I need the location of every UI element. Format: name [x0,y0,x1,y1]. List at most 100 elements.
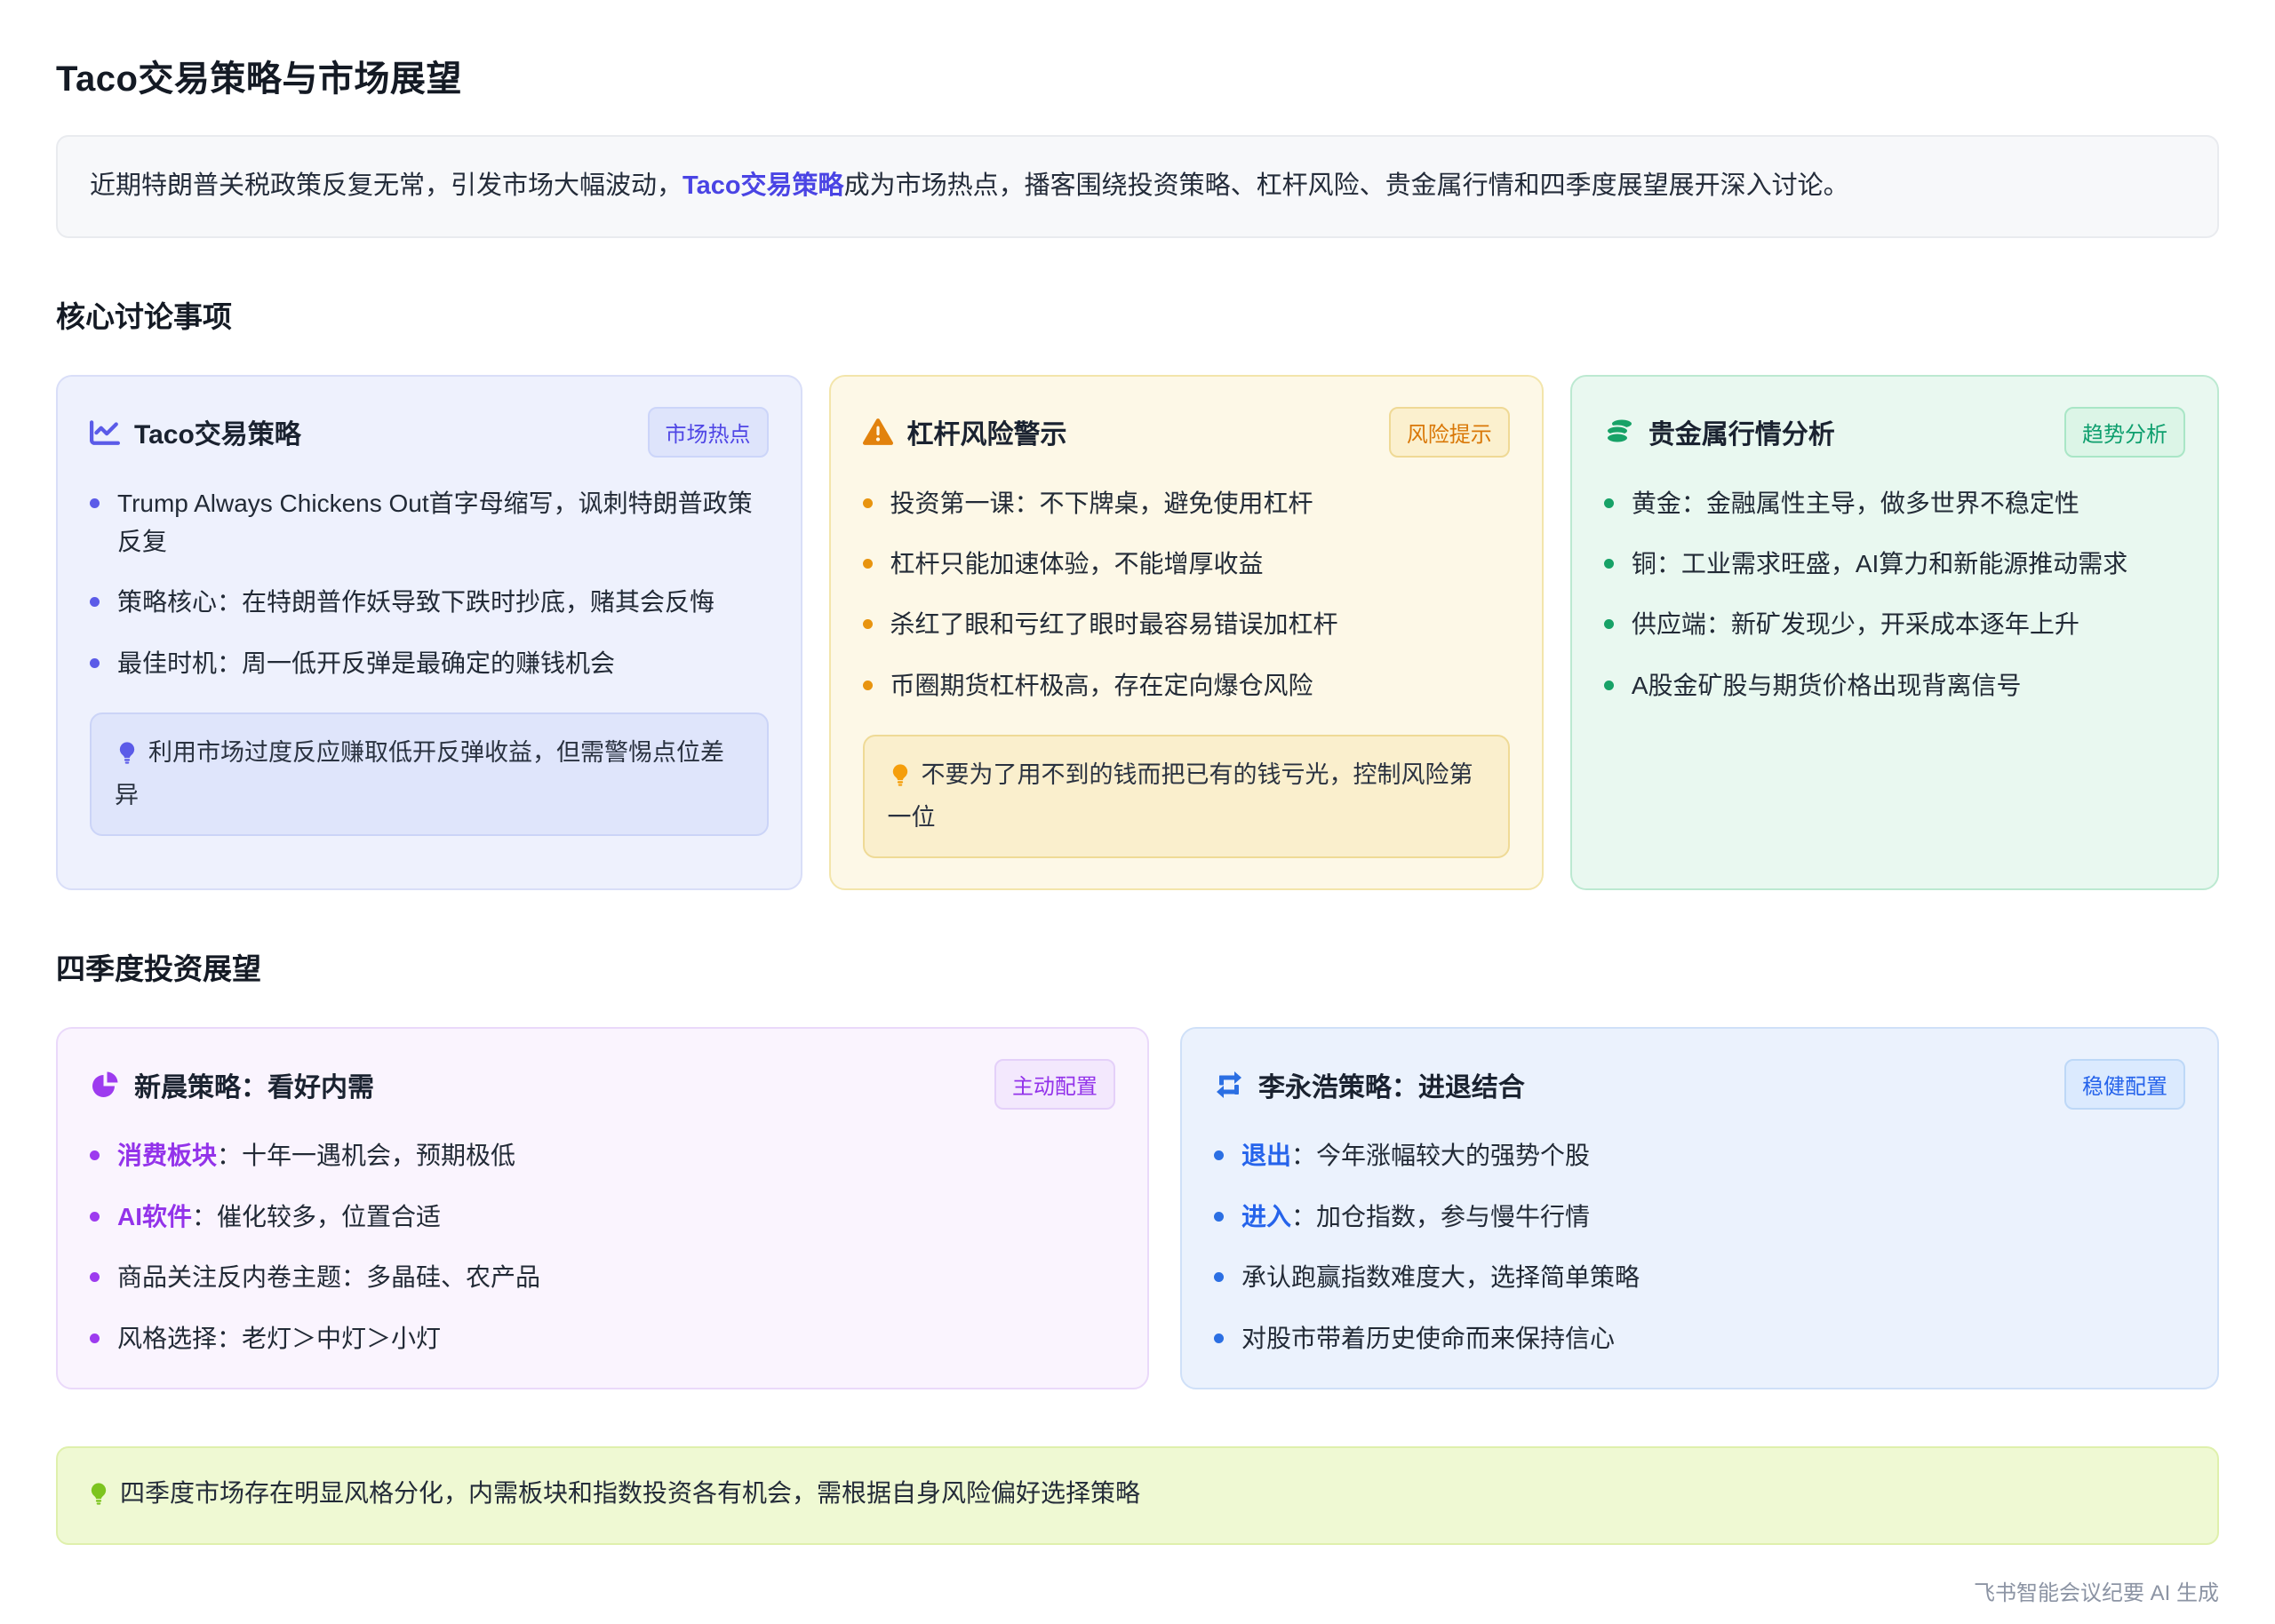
card-precious-metals: 贵金属行情分析 趋势分析 黄金：金融属性主导，做多世界不稳定性铜：工业需求旺盛，… [1570,375,2219,891]
card-liyonghao-strategy: 李永浩策略：进退结合 稳健配置 退出：今年涨幅较大的强势个股进入：加仓指数，参与… [1180,1027,2219,1389]
bullet-dot [90,658,100,668]
lightbulb-icon [888,760,913,799]
card-header: Taco交易策略 市场热点 [90,407,769,458]
bullet-item: 退出：今年涨幅较大的强势个股 [1214,1136,2185,1174]
bullet-item: 杠杆只能加速体验，不能增厚收益 [863,545,1510,583]
tip-box: 利用市场过度反应赚取低开反弹收益，但需警惕点位差异 [90,712,769,836]
bullet-item: 供应端：新矿发现少，开采成本逐年上升 [1604,605,2185,643]
bullet-item: 最佳时机：周一低开反弹是最确定的赚钱机会 [90,644,769,682]
bullet-dot [90,1333,100,1343]
pie-chart-icon [90,1070,120,1100]
bullet-text: Trump Always Chickens Out首字母缩写，讽刺特朗普政策反复 [117,484,769,561]
bullet-dot [90,498,100,508]
bullet-dot [1604,559,1614,569]
card-header: 杠杆风险警示 风险提示 [863,407,1510,458]
tip-text: 不要为了用不到的钱而把已有的钱亏光，控制风险第一位 [888,761,1473,831]
bullet-dot [863,559,873,569]
bullet-item: 投资第一课：不下牌桌，避免使用杠杆 [863,484,1510,522]
bullet-dot [90,597,100,607]
bullet-dot [90,1272,100,1282]
badge-active-allocation: 主动配置 [994,1059,1115,1110]
intro-text-post: 成为市场热点，播客围绕投资策略、杠杆风险、贵金属行情和四季度展望展开深入讨论。 [844,171,1849,200]
bullet-dot [863,498,873,508]
bullet-item: 承认跑赢指数难度大，选择简单策略 [1214,1258,2185,1296]
bullet-dot [1214,1212,1224,1222]
bullet-dot [863,619,873,629]
tip-box: 不要为了用不到的钱而把已有的钱亏光，控制风险第一位 [863,735,1510,858]
lightbulb-icon [86,1479,111,1517]
bullet-dot [1214,1333,1224,1343]
bullet-text: 策略核心：在特朗普作妖导致下跌时抄底，赌其会反悔 [117,583,714,621]
core-topics-row: Taco交易策略 市场热点 Trump Always Chickens Out首… [56,375,2219,891]
section-heading-q4-outlook: 四季度投资展望 [56,945,2219,988]
bullet-list: 黄金：金融属性主导，做多世界不稳定性铜：工业需求旺盛，AI算力和新能源推动需求供… [1604,484,2185,705]
bullet-dot [863,681,873,690]
bullet-item: A股金矿股与期货价格出现背离信号 [1604,666,2185,705]
bullet-item: 铜：工业需求旺盛，AI算力和新能源推动需求 [1604,545,2185,583]
bullet-list: Trump Always Chickens Out首字母缩写，讽刺特朗普政策反复… [90,484,769,683]
bullet-item: 进入：加仓指数，参与慢牛行情 [1214,1198,2185,1236]
bullet-text: 杠杆只能加速体验，不能增厚收益 [890,545,1264,583]
card-header: 贵金属行情分析 趋势分析 [1604,407,2185,458]
lightbulb-icon [115,738,140,776]
summary-text: 四季度市场存在明显风格分化，内需板块和指数投资各有机会，需根据自身风险偏好选择策… [120,1479,1140,1507]
bullet-item: 消费板块：十年一遇机会，预期极低 [90,1136,1115,1174]
bullet-text: 承认跑赢指数难度大，选择简单策略 [1241,1258,1640,1296]
bullet-item: 风格选择：老灯＞中灯＞小灯 [90,1319,1115,1357]
bullet-item: 对股市带着历史使命而来保持信心 [1214,1319,2185,1357]
bullet-dot [1604,681,1614,690]
bullet-list: 退出：今年涨幅较大的强势个股进入：加仓指数，参与慢牛行情承认跑赢指数难度大，选择… [1214,1136,2185,1357]
page-title: Taco交易策略与市场展望 [56,50,2219,101]
bullet-text: 供应端：新矿发现少，开采成本逐年上升 [1632,605,2079,643]
bullet-dot [1604,619,1614,629]
warning-icon [863,417,893,447]
card-title: 贵金属行情分析 [1648,412,1835,451]
card-title: 新晨策略：看好内需 [134,1065,374,1104]
exchange-arrows-icon [1214,1070,1244,1100]
card-header: 新晨策略：看好内需 主动配置 [90,1059,1115,1110]
badge-trend-analysis: 趋势分析 [2064,407,2185,458]
bullet-text: 消费板块：十年一遇机会，预期极低 [117,1136,515,1174]
card-title: 杠杆风险警示 [907,412,1067,451]
summary-bar: 四季度市场存在明显风格分化，内需板块和指数投资各有机会，需根据自身风险偏好选择策… [56,1446,2219,1545]
card-leverage-risk: 杠杆风险警示 风险提示 投资第一课：不下牌桌，避免使用杠杆杠杆只能加速体验，不能… [829,375,1544,891]
badge-risk-notice: 风险提示 [1389,407,1510,458]
bullet-item: Trump Always Chickens Out首字母缩写，讽刺特朗普政策反复 [90,484,769,561]
bullet-item: 商品关注反内卷主题：多晶硅、农产品 [90,1258,1115,1296]
bullet-dot [90,1212,100,1222]
intro-box: 近期特朗普关税政策反复无常，引发市场大幅波动，Taco交易策略成为市场热点，播客… [56,135,2219,238]
badge-market-hotspot: 市场热点 [648,407,769,458]
card-xinchen-strategy: 新晨策略：看好内需 主动配置 消费板块：十年一遇机会，预期极低 AI软件：催化较多… [56,1027,1149,1389]
intro-text-pre: 近期特朗普关税政策反复无常，引发市场大幅波动， [90,171,682,200]
bullet-text: 币圈期货杠杆极高，存在定向爆仓风险 [890,666,1313,705]
bullet-text: 退出：今年涨幅较大的强势个股 [1241,1136,1590,1174]
bullet-dot [1214,1150,1224,1160]
card-title: Taco交易策略 [134,412,301,451]
footer-note: 飞书智能会议纪要 AI 生成 [56,1575,2219,1606]
bullet-dot [1214,1272,1224,1282]
card-header: 李永浩策略：进退结合 稳健配置 [1214,1059,2185,1110]
bullet-text: 商品关注反内卷主题：多晶硅、农产品 [117,1258,540,1296]
bullet-dot [90,1150,100,1160]
bullet-list: 消费板块：十年一遇机会，预期极低 AI软件：催化较多，位置合适商品关注反内卷主题：… [90,1136,1115,1357]
bullet-item: 策略核心：在特朗普作妖导致下跌时抄底，赌其会反悔 [90,583,769,621]
bullet-item: AI软件：催化较多，位置合适 [90,1198,1115,1236]
bullet-text: 黄金：金融属性主导，做多世界不稳定性 [1632,484,2079,522]
q4-outlook-row: 新晨策略：看好内需 主动配置 消费板块：十年一遇机会，预期极低 AI软件：催化较多… [56,1027,2219,1389]
coins-icon [1604,417,1634,447]
bullet-dot [1604,498,1614,508]
section-heading-core-topics: 核心讨论事项 [56,293,2219,336]
card-taco-strategy: Taco交易策略 市场热点 Trump Always Chickens Out首… [56,375,802,891]
bullet-text: 进入：加仓指数，参与慢牛行情 [1241,1198,1590,1236]
bullet-text: 投资第一课：不下牌桌，避免使用杠杆 [890,484,1313,522]
badge-stable-allocation: 稳健配置 [2064,1059,2185,1110]
bullet-text: 风格选择：老灯＞中灯＞小灯 [117,1319,441,1357]
bullet-text: 杀红了眼和亏红了眼时最容易错误加杠杆 [890,605,1338,643]
bullet-item: 黄金：金融属性主导，做多世界不稳定性 [1604,484,2185,522]
bullet-list: 投资第一课：不下牌桌，避免使用杠杆杠杆只能加速体验，不能增厚收益杀红了眼和亏红了… [863,484,1510,705]
bullet-text: 铜：工业需求旺盛，AI算力和新能源推动需求 [1632,545,2127,583]
bullet-item: 币圈期货杠杆极高，存在定向爆仓风险 [863,666,1510,705]
summary-page: Taco交易策略与市场展望 近期特朗普关税政策反复无常，引发市场大幅波动，Tac… [0,0,2275,1624]
bullet-item: 杀红了眼和亏红了眼时最容易错误加杠杆 [863,605,1510,643]
bullet-text: 对股市带着历史使命而来保持信心 [1241,1319,1615,1357]
